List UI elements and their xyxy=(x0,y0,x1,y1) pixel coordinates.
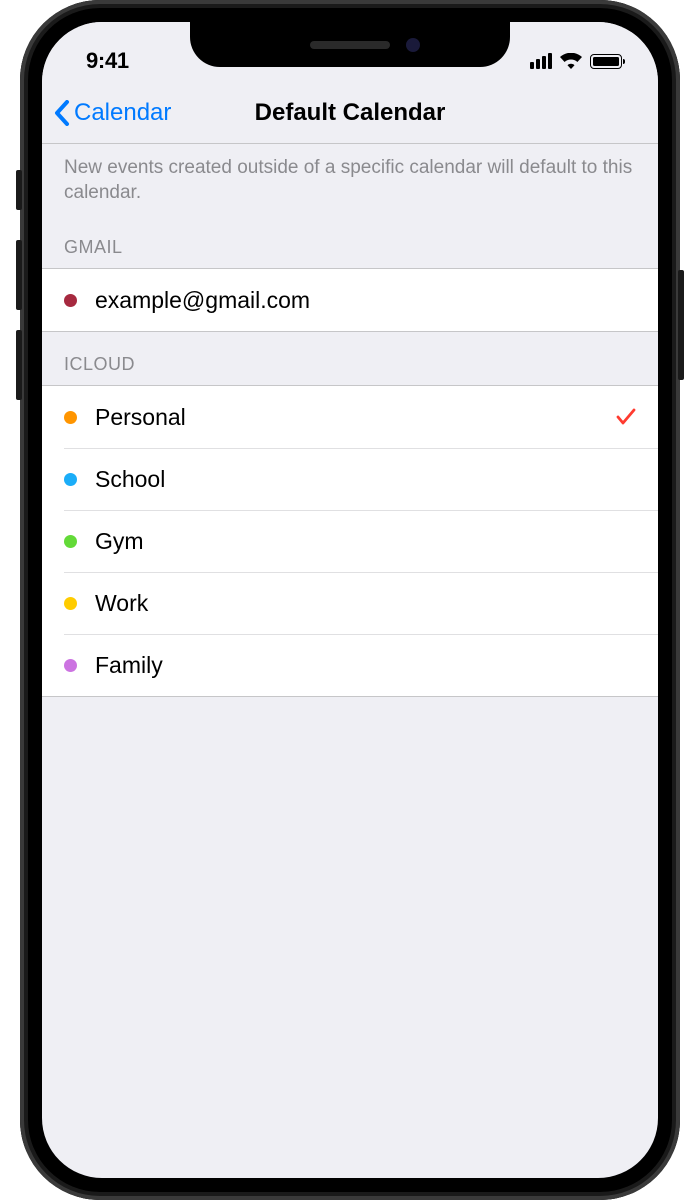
list-group: Personal School Gym Work Family xyxy=(42,385,658,697)
color-dot-icon xyxy=(64,535,77,548)
speaker-grille xyxy=(310,41,390,49)
cellular-signal-icon xyxy=(530,53,552,69)
calendar-label: Personal xyxy=(95,404,616,431)
calendar-row[interactable]: Gym xyxy=(42,510,658,572)
calendar-label: Gym xyxy=(95,528,636,555)
list-group: example@gmail.com xyxy=(42,268,658,332)
power-button xyxy=(678,270,684,380)
color-dot-icon xyxy=(64,294,77,307)
calendar-row[interactable]: example@gmail.com xyxy=(42,269,658,331)
color-dot-icon xyxy=(64,411,77,424)
notch xyxy=(190,22,510,67)
battery-icon xyxy=(590,54,622,69)
checkmark-icon xyxy=(616,408,636,426)
screen: 9:41 xyxy=(42,22,658,1178)
color-dot-icon xyxy=(64,473,77,486)
silence-switch xyxy=(16,170,22,210)
chevron-left-icon xyxy=(54,100,70,126)
status-time: 9:41 xyxy=(86,48,129,74)
calendar-row[interactable]: School xyxy=(42,448,658,510)
calendar-label: Family xyxy=(95,652,636,679)
color-dot-icon xyxy=(64,597,77,610)
back-label: Calendar xyxy=(74,99,171,127)
calendar-row[interactable]: Family xyxy=(42,634,658,696)
section-description: New events created outside of a specific… xyxy=(42,144,658,215)
nav-bar: Calendar Default Calendar xyxy=(42,82,658,144)
section-header: ICLOUD xyxy=(42,332,658,385)
calendar-label: example@gmail.com xyxy=(95,287,636,314)
volume-up-button xyxy=(16,240,22,310)
front-camera xyxy=(406,38,420,52)
calendar-row[interactable]: Personal xyxy=(42,386,658,448)
volume-down-button xyxy=(16,330,22,400)
section-header: GMAIL xyxy=(42,215,658,268)
calendar-label: School xyxy=(95,466,636,493)
phone-frame: 9:41 xyxy=(20,0,680,1200)
calendar-row[interactable]: Work xyxy=(42,572,658,634)
calendar-label: Work xyxy=(95,590,636,617)
status-icons xyxy=(530,53,622,69)
back-button[interactable]: Calendar xyxy=(54,99,171,127)
color-dot-icon xyxy=(64,659,77,672)
wifi-icon xyxy=(560,53,582,69)
